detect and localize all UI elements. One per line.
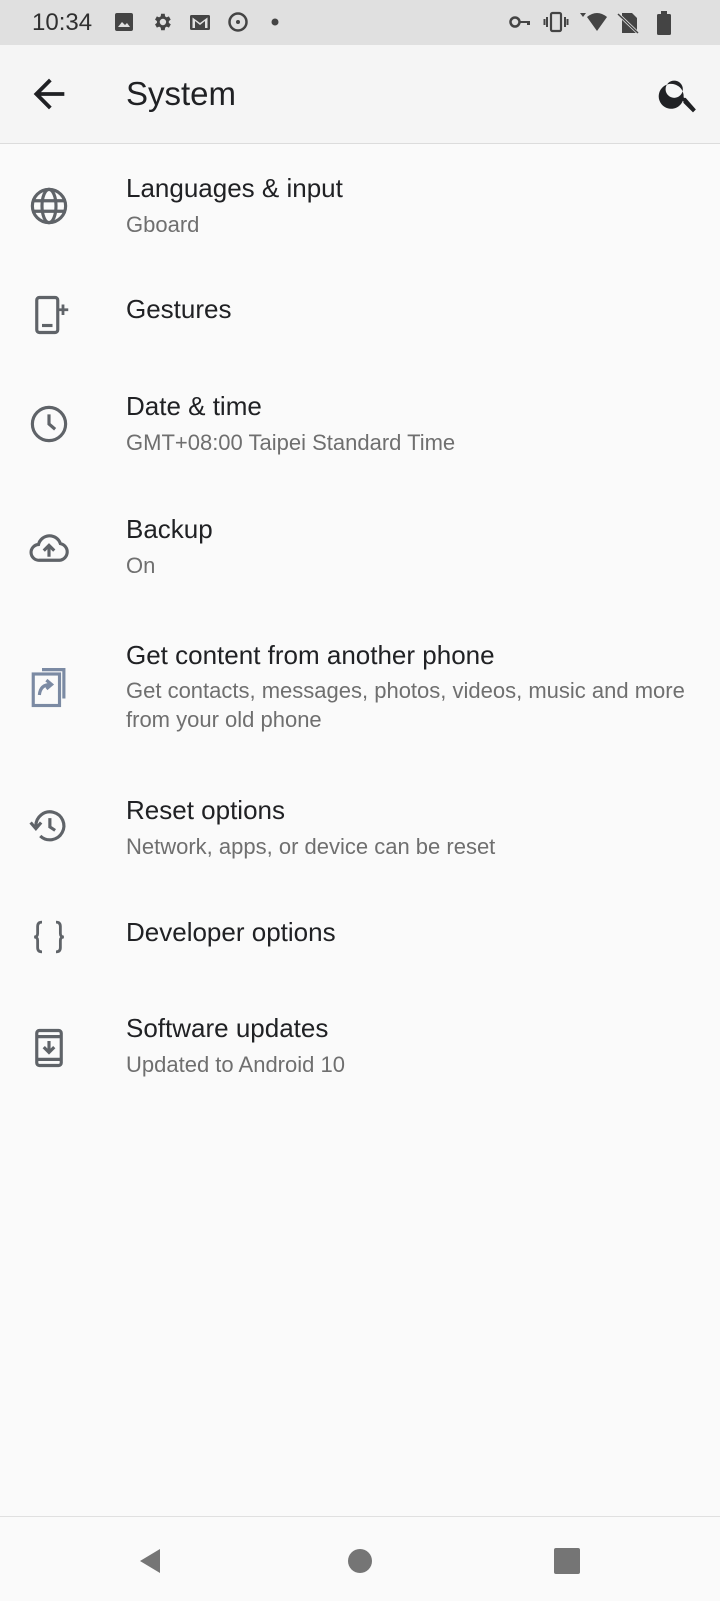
row-subtitle: Get contacts, messages, photos, videos, … (126, 678, 685, 732)
app-bar: System (0, 45, 720, 144)
list-item-software-updates[interactable]: Software updates Updated to Android 10 (0, 985, 720, 1109)
gestures-phone-icon (35, 295, 69, 335)
row-subtitle: GMT+08:00 Taipei Standard Time (126, 430, 456, 455)
row-title: Reset options (126, 795, 285, 825)
gmail-icon (190, 15, 210, 30)
row-title: Developer options (126, 917, 336, 947)
row-subtitle: Gboard (126, 212, 200, 237)
sync-icon (228, 12, 248, 32)
list-item-languages[interactable]: Languages & input Gboard (0, 143, 720, 267)
clock-icon (30, 405, 68, 443)
gear-icon (155, 13, 171, 31)
dot-icon (271, 18, 279, 26)
list-item-reset-options[interactable]: Reset options Network, apps, or device c… (0, 765, 720, 891)
row-title: Backup (126, 514, 213, 544)
system-update-icon (35, 1028, 63, 1068)
navigation-bar (0, 1516, 720, 1601)
row-title: Gestures (126, 294, 232, 324)
braces-icon (34, 920, 64, 954)
photos-notification-icon (115, 13, 133, 31)
list-item-date-time[interactable]: Date & time GMT+08:00 Taipei Standard Ti… (0, 361, 720, 485)
status-time: 10:34 (32, 9, 93, 36)
row-title: Languages & input (126, 173, 343, 203)
cloud-upload-icon (29, 534, 69, 562)
list-item-gestures[interactable]: Gestures (0, 267, 720, 361)
search-button[interactable] (656, 71, 702, 117)
row-subtitle: Network, apps, or device can be reset (126, 834, 496, 859)
row-title: Software updates (126, 1013, 329, 1043)
list-item-developer-options[interactable]: Developer options (0, 891, 720, 985)
row-subtitle: Updated to Android 10 (126, 1052, 345, 1077)
status-bar: 10:34 (0, 0, 720, 45)
globe-icon (30, 187, 68, 225)
history-icon (29, 810, 66, 842)
nav-recents-button[interactable] (547, 1541, 587, 1581)
list-item-backup[interactable]: Backup On (0, 485, 720, 611)
back-button[interactable] (26, 71, 72, 117)
no-sim-icon (616, 12, 640, 35)
nav-back-button[interactable] (130, 1541, 170, 1581)
wifi-icon (580, 13, 607, 31)
row-subtitle: On (126, 553, 156, 578)
page-title: System (126, 75, 237, 112)
transfer-phone-icon (31, 668, 66, 708)
row-title: Get content from another phone (126, 640, 495, 670)
list-item-get-content[interactable]: Get content from another phone Get conta… (0, 611, 720, 765)
vibrate-icon (543, 11, 569, 33)
vpn-key-icon (509, 16, 530, 28)
settings-list: Languages & input Gboard Gestures Date &… (0, 143, 720, 1109)
row-title: Date & time (126, 391, 262, 421)
nav-home-button[interactable] (340, 1541, 380, 1581)
battery-icon (657, 11, 671, 35)
